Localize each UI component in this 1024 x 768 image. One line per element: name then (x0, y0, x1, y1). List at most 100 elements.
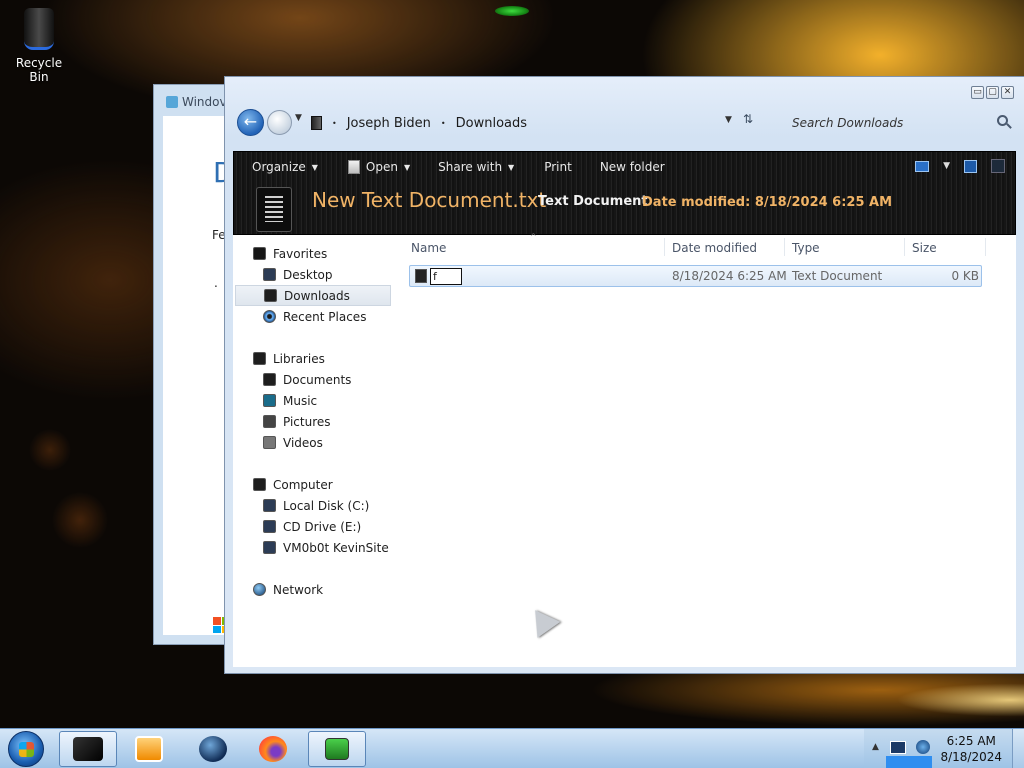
file-size: 0 KB (951, 269, 979, 283)
navigation-pane: Favorites Desktop Downloads Recent Place… (233, 235, 397, 667)
share-with-button[interactable]: Share with ▼ (438, 160, 514, 174)
column-divider[interactable] (664, 238, 665, 256)
command-area: Organize ▼ Open ▼ Share with ▼ Print New… (233, 151, 1016, 235)
nav-network-drive[interactable]: VM0b0t KevinSite (263, 537, 389, 558)
preview-pane-icon[interactable] (964, 159, 977, 173)
nav-recent-places[interactable]: Recent Places (263, 306, 366, 327)
back-button[interactable]: ← (237, 109, 264, 136)
window-app-icon (166, 96, 178, 108)
nav-libraries-label: Libraries (273, 351, 325, 366)
taskbar-browser-globe[interactable] (184, 731, 242, 767)
minimize-button[interactable]: ▭ (971, 86, 984, 99)
show-desktop-button[interactable] (1012, 729, 1024, 768)
clock-time: 6:25 AM (946, 734, 996, 748)
nav-music[interactable]: Music (263, 390, 317, 411)
command-bar: Organize ▼ Open ▼ Share with ▼ Print New… (234, 152, 1015, 182)
explorer-app-icon (73, 737, 103, 761)
nav-cd-drive-label: CD Drive (E:) (283, 519, 362, 534)
libraries-icon (253, 352, 266, 365)
column-divider[interactable] (784, 238, 785, 256)
close-button[interactable]: ✕ (1001, 86, 1014, 99)
breadcrumb-joseph-biden[interactable]: Joseph Biden (347, 116, 431, 131)
start-button[interactable] (8, 731, 44, 767)
clock-date: 8/18/2024 (940, 750, 1002, 764)
column-header-date-modified[interactable]: Date modified (672, 241, 757, 255)
rename-input[interactable]: f (430, 268, 462, 285)
recycle-bin[interactable]: Recycle Bin (6, 8, 72, 84)
view-controls: ▼ (915, 159, 1005, 173)
nav-desktop[interactable]: Desktop (263, 264, 333, 285)
network-status-icon[interactable] (890, 741, 906, 754)
open-button[interactable]: Open ▼ (347, 160, 410, 174)
open-label: Open (365, 160, 398, 174)
nav-documents-label: Documents (283, 372, 352, 387)
nav-cd-drive[interactable]: CD Drive (E:) (263, 516, 361, 537)
nav-downloads[interactable]: Downloads (235, 285, 391, 306)
folder-icon (311, 116, 322, 130)
sort-ascending-icon: ^ (530, 232, 537, 241)
nav-computer[interactable]: Computer (253, 474, 333, 495)
refresh-icon[interactable]: ⇅ (743, 112, 753, 126)
nav-network[interactable]: Network (253, 579, 323, 600)
file-row[interactable]: f 8/18/2024 6:25 AM Text Document 0 KB (409, 265, 982, 287)
background-window-title: Windov (166, 95, 227, 109)
desktop-icon (263, 268, 276, 281)
clock[interactable]: 6:25 AM 8/18/2024 (940, 733, 1002, 765)
documents-icon (263, 373, 276, 386)
breadcrumb-downloads[interactable]: Downloads (456, 116, 527, 131)
search-placeholder: Search Downloads (792, 116, 904, 130)
nav-favorites[interactable]: Favorites (253, 243, 327, 264)
nav-network-drive-label: VM0b0t KevinSite (283, 540, 389, 555)
taskbar: ▲ 6:25 AM 8/18/2024 (0, 728, 1024, 768)
breadcrumb-separator: • (440, 118, 446, 128)
volume-icon[interactable] (916, 740, 930, 754)
address-bar[interactable]: • Joseph Biden • Downloads (311, 110, 771, 136)
column-header-name[interactable]: Name (411, 241, 446, 255)
forward-button[interactable] (267, 110, 292, 135)
recent-places-icon (263, 310, 276, 323)
nav-favorites-label: Favorites (273, 246, 328, 261)
share-with-label: Share with (438, 160, 503, 174)
file-date-modified: 8/18/2024 6:25 AM (672, 269, 787, 283)
window-controls: ▭ ▢ ✕ (971, 86, 1014, 99)
organize-button[interactable]: Organize ▼ (252, 160, 318, 174)
maximize-button[interactable]: ▢ (986, 86, 999, 99)
nav-local-disk[interactable]: Local Disk (C:) (263, 495, 369, 516)
column-divider[interactable] (904, 238, 905, 256)
taskbar-setup-app[interactable] (308, 731, 366, 767)
nav-music-label: Music (283, 393, 318, 408)
videos-icon (263, 436, 276, 449)
network-icon (253, 583, 266, 596)
search-box[interactable]: Search Downloads (780, 110, 1016, 136)
nav-pictures[interactable]: Pictures (263, 411, 331, 432)
firefox-icon (259, 736, 287, 762)
cd-drive-icon (263, 520, 276, 533)
downloads-icon (264, 289, 277, 302)
nav-libraries[interactable]: Libraries (253, 348, 325, 369)
show-hidden-icons-icon[interactable]: ▲ (872, 742, 879, 752)
taskbar-media-player[interactable] (120, 731, 178, 767)
column-divider[interactable] (985, 238, 986, 256)
view-options-dropdown[interactable]: ▼ (943, 161, 950, 171)
nav-videos[interactable]: Videos (263, 432, 323, 453)
taskbar-explorer[interactable] (59, 731, 117, 767)
nav-documents[interactable]: Documents (263, 369, 351, 390)
help-icon[interactable] (991, 159, 1005, 173)
taskbar-firefox[interactable] (244, 731, 302, 767)
new-folder-button[interactable]: New folder (600, 160, 665, 174)
chevron-down-icon: ▼ (311, 162, 318, 172)
tray-highlight (886, 756, 932, 768)
recent-pages-dropdown[interactable]: ▼ (295, 113, 302, 123)
chevron-down-icon: ▼ (508, 162, 515, 172)
print-button[interactable]: Print (544, 160, 572, 174)
change-view-icon[interactable] (915, 160, 930, 172)
search-icon[interactable] (997, 115, 1008, 126)
nav-pictures-label: Pictures (283, 414, 331, 429)
text-file-icon (415, 269, 427, 283)
music-icon (263, 394, 276, 407)
pictures-icon (263, 415, 276, 428)
address-dropdown[interactable]: ▼ (725, 115, 732, 125)
notepad-icon (347, 160, 360, 174)
column-header-type[interactable]: Type (792, 241, 820, 255)
column-header-size[interactable]: Size (912, 241, 937, 255)
